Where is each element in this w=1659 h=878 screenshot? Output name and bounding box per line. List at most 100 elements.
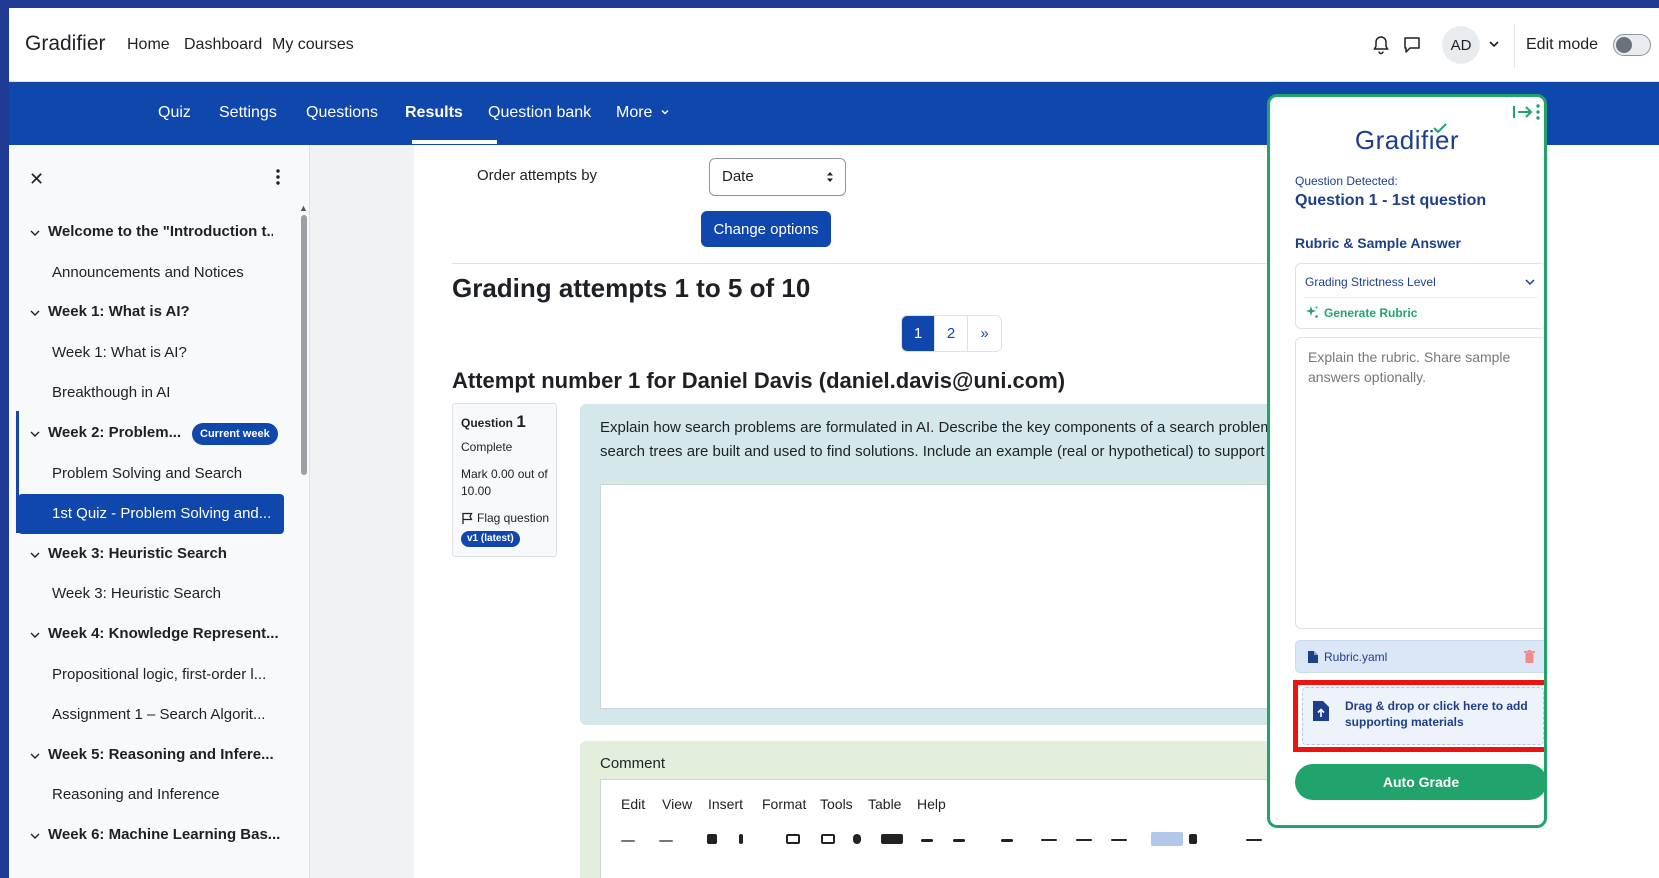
chevron-down-icon[interactable] [29,830,41,842]
chevron-down-icon[interactable] [29,629,41,641]
tab-questions[interactable]: Questions [306,104,378,122]
drawer-scrollbar[interactable] [301,215,307,475]
chat-icon[interactable] [1402,35,1422,55]
item-1st-quiz-label: 1st Quiz - Problem Solving and... [52,505,272,522]
editor-menu-view[interactable]: View [662,796,692,812]
change-options-button[interactable]: Change options [701,211,831,247]
bell-icon[interactable] [1371,35,1391,55]
section-week-5[interactable]: Week 5: Reasoning and Infere... [48,746,274,763]
question-label: Question [461,416,514,430]
align-right-icon[interactable] [1111,839,1127,841]
sparkle-icon [1306,306,1318,318]
question-detected-value: Question 1 - 1st question [1295,192,1487,209]
video-icon[interactable] [881,834,903,844]
scroll-up-arrow[interactable]: ▲ [299,203,308,213]
browser-viewport: Gradifier Home Dashboard My courses AD E… [9,8,1659,878]
image-icon[interactable] [786,834,800,844]
microphone-icon[interactable] [853,834,861,844]
nav-dashboard[interactable]: Dashboard [184,36,262,54]
tab-quiz[interactable]: Quiz [158,104,191,122]
redo-icon[interactable] [659,840,673,842]
item-1st-quiz-active[interactable]: 1st Quiz - Problem Solving and... [18,494,284,534]
question-info-box: Question 1 Complete Mark 0.00 out of 10.… [452,403,557,557]
nav-home[interactable]: Home [127,36,170,54]
nav-my-courses[interactable]: My courses [272,36,354,54]
section-week-2[interactable]: Week 2: Problem... [48,424,181,441]
chevron-down-icon[interactable] [29,307,41,319]
edit-mode-toggle[interactable] [1613,34,1651,56]
unlink-icon[interactable] [953,839,965,842]
section-week-4[interactable]: Week 4: Knowledge Represent... [48,625,279,642]
close-icon[interactable]: ✕ [29,169,44,190]
editor-toolbar [621,832,1274,850]
section-welcome[interactable]: Welcome to the "Introduction t... [48,223,273,240]
order-attempts-select[interactable]: Date [709,158,846,196]
comment-editor[interactable]: Edit View Insert Format Tools Table Help [600,779,1274,878]
page-2-button[interactable]: 2 [935,316,968,351]
align-left-icon[interactable] [1041,839,1057,841]
rubric-textarea[interactable]: Explain the rubric. Share sample answers… [1295,337,1544,629]
chevron-down-icon[interactable] [29,428,41,440]
main-content: Order attempts by Date Change options Gr… [414,145,1274,878]
avatar[interactable]: AD [1442,26,1480,64]
chevron-down-icon[interactable] [29,750,41,762]
top-navbar: Gradifier Home Dashboard My courses AD E… [9,8,1659,82]
section-week-1[interactable]: Week 1: What is AI? [48,303,190,320]
trash-icon[interactable] [1524,650,1535,663]
generate-rubric-button[interactable]: Generate Rubric [1324,306,1417,320]
chevron-down-icon[interactable] [29,227,41,239]
item-reasoning-and-inference[interactable]: Reasoning and Inference [52,786,220,803]
tab-question-bank[interactable]: Question bank [488,104,591,122]
grading-strictness-label: Grading Strictness Level [1305,275,1436,289]
section-week-6[interactable]: Week 6: Machine Learning Bas... [48,826,280,843]
editor-menu-tools[interactable]: Tools [820,796,853,812]
page-1-button[interactable]: 1 [902,316,935,351]
chevron-down-icon [661,109,669,115]
comment-label: Comment [600,755,666,772]
tab-results[interactable]: Results [405,104,463,122]
attached-file-name: Rubric.yaml [1324,650,1388,664]
item-problem-solving-and-search[interactable]: Problem Solving and Search [52,465,242,482]
align-center-icon[interactable] [1076,839,1092,841]
paragraph-rtl-icon[interactable] [1189,834,1197,844]
undo-icon[interactable] [621,840,635,842]
question-status: Complete [461,440,513,454]
collapse-panel-icon[interactable] [1512,103,1534,121]
page-title: Grading attempts 1 to 5 of 10 [452,273,811,303]
toggle-knob [1616,37,1632,53]
section-week-3[interactable]: Week 3: Heuristic Search [48,545,227,562]
pagination: 1 2 » [901,315,1002,352]
editor-menu-table[interactable]: Table [868,796,901,812]
fullscreen-icon[interactable] [1001,839,1013,842]
italic-icon[interactable] [739,834,743,844]
next-page-button[interactable]: » [968,316,1001,351]
editor-menu-help[interactable]: Help [917,796,946,812]
order-attempts-value: Date [722,168,754,185]
editor-menu-insert[interactable]: Insert [708,796,743,812]
kebab-menu-icon[interactable] [1535,103,1541,121]
grading-strictness-dropdown[interactable]: Grading Strictness Level Generate Rubric [1295,263,1544,329]
site-brand[interactable]: Gradifier [25,32,106,56]
supporting-materials-dropzone[interactable]: Drag & drop or click here to add support… [1302,687,1544,745]
auto-grade-button[interactable]: Auto Grade [1295,764,1544,800]
item-announcements[interactable]: Announcements and Notices [52,264,244,281]
item-assignment-1[interactable]: Assignment 1 – Search Algorit... [52,706,265,723]
item-breakthrough-in-ai[interactable]: Breakthough in AI [52,384,170,401]
item-week-1-what-is-ai[interactable]: Week 1: What is AI? [52,344,187,361]
paragraph-ltr-icon[interactable] [1151,832,1183,846]
item-week-3-heuristic-search[interactable]: Week 3: Heuristic Search [52,585,221,602]
flag-question-link[interactable]: Flag question [461,511,549,525]
chevron-down-icon[interactable] [1487,37,1501,51]
tab-more[interactable]: More [616,104,670,122]
divider [1304,297,1538,298]
chevron-down-icon[interactable] [29,549,41,561]
kebab-menu-icon[interactable] [275,167,281,187]
link-icon[interactable] [921,839,933,842]
bold-icon[interactable] [707,834,717,844]
editor-menu-edit[interactable]: Edit [621,796,645,812]
editor-menu-format[interactable]: Format [762,796,806,812]
media-icon[interactable] [821,834,835,844]
tab-settings[interactable]: Settings [219,104,277,122]
item-propositional-logic[interactable]: Propositional logic, first-order l... [52,666,266,683]
list-icon[interactable] [1246,839,1262,841]
